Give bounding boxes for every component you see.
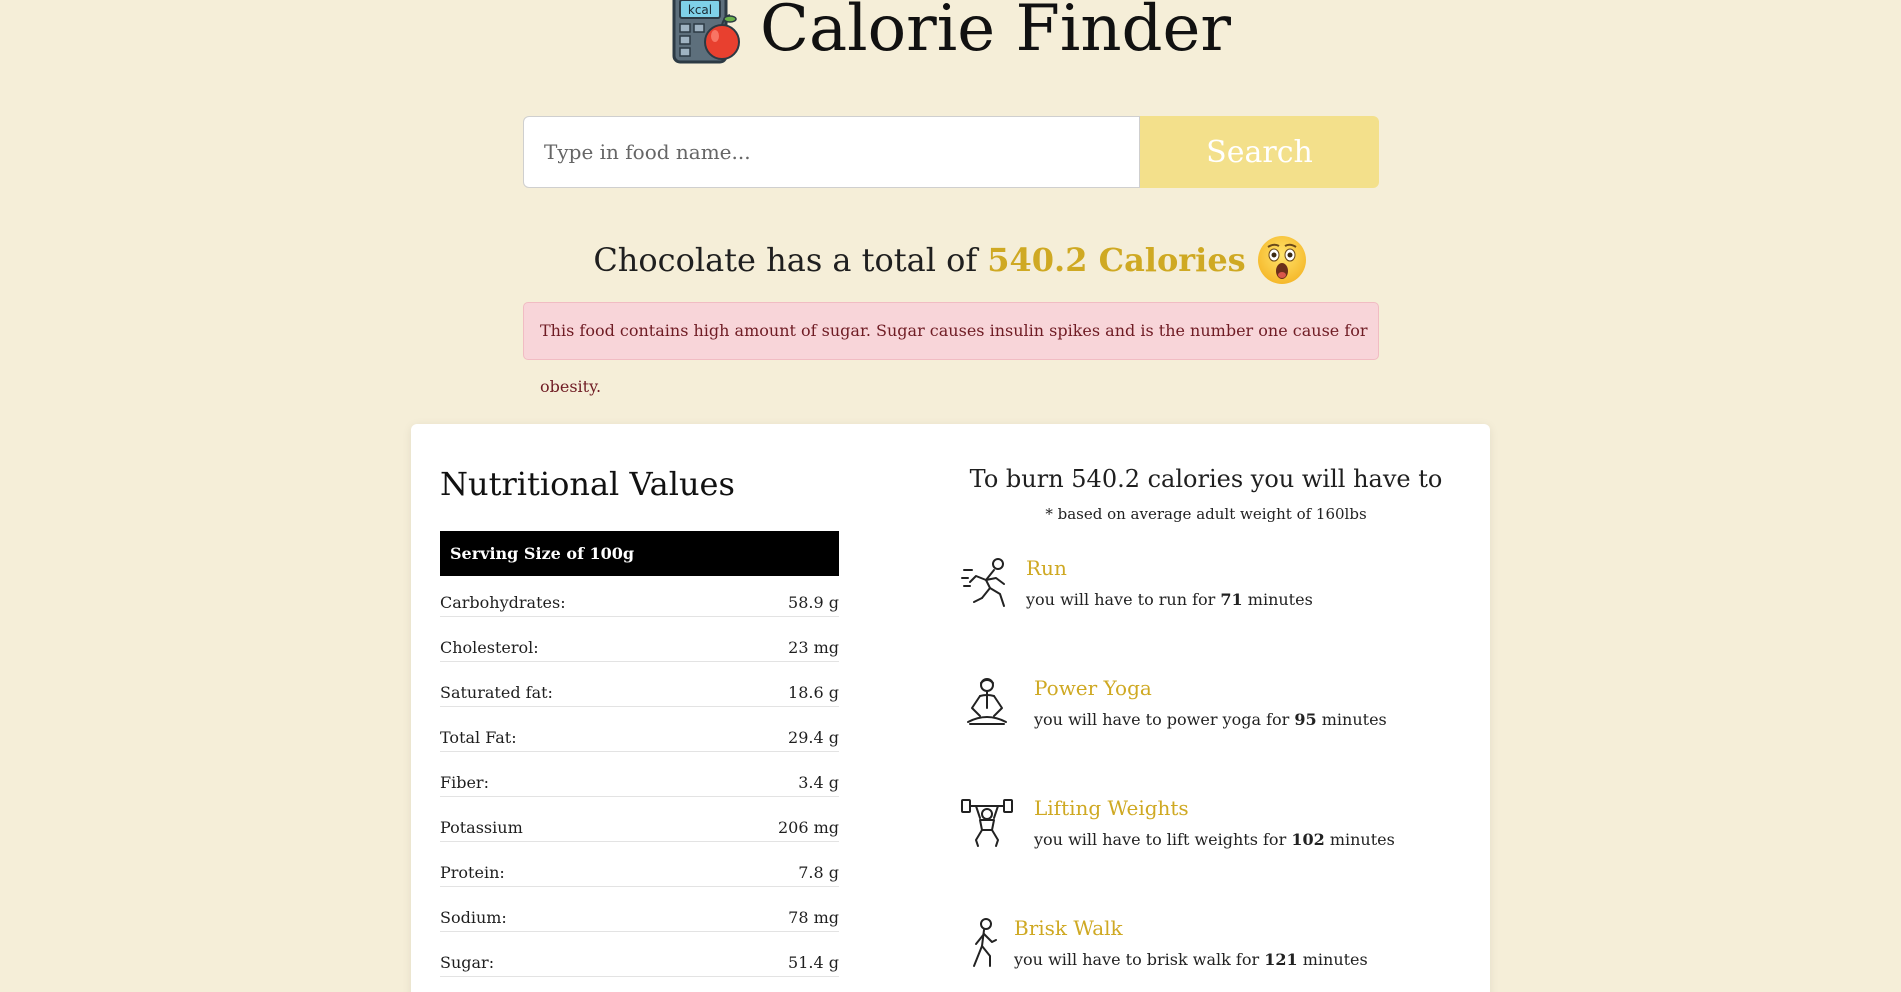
walker-icon	[973, 918, 997, 967]
activity-desc-suffix: minutes	[1321, 710, 1387, 729]
nutrient-value: 7.8 g	[798, 863, 839, 882]
search-bar: Search	[523, 116, 1379, 188]
nutrient-row-cholesterol: Cholesterol: 23 mg	[440, 634, 839, 679]
nutrient-value: 3.4 g	[798, 773, 839, 792]
nutrient-list: Carbohydrates: 58.9 g Cholesterol: 23 mg…	[440, 589, 839, 992]
nutrient-value: 51.4 g	[788, 953, 839, 972]
nutrient-label: Sodium:	[440, 908, 507, 927]
weightlifter-icon	[961, 799, 1013, 847]
result-prefix: Chocolate has a total of	[593, 241, 978, 279]
food-search-input[interactable]	[523, 116, 1140, 188]
nutrient-label: Saturated fat:	[440, 683, 553, 702]
search-button[interactable]: Search	[1140, 116, 1379, 188]
page: kcal Calorie Finder Search Chocolate has…	[0, 0, 1901, 992]
nutrient-label: Total Fat:	[440, 728, 517, 747]
logo-label: kcal	[688, 3, 712, 17]
results-card: Nutritional Values Serving Size of 100g …	[411, 424, 1490, 992]
nutrient-label: Potassium	[440, 818, 523, 837]
header: kcal Calorie Finder	[0, 0, 1901, 70]
calculator-apple-icon: kcal	[672, 0, 741, 64]
nutrient-row-sodium: Sodium: 78 mg	[440, 904, 839, 949]
activity-desc-prefix: you will have to brisk walk for	[1014, 950, 1260, 969]
nutrient-row-sugar: Sugar: 51.4 g	[440, 949, 839, 992]
nutrient-value: 58.9 g	[788, 593, 839, 612]
activity-name: Power Yoga	[1034, 676, 1152, 700]
activity-description: you will have to brisk walk for 121 minu…	[1014, 950, 1368, 970]
activity-desc-suffix: minutes	[1302, 950, 1368, 969]
activity-desc-prefix: you will have to run for	[1026, 590, 1216, 609]
activity-desc-prefix: you will have to power yoga for	[1034, 710, 1290, 729]
activity-desc-suffix: minutes	[1329, 830, 1395, 849]
sugar-warning-alert: This food contains high amount of sugar.…	[523, 302, 1379, 396]
activity-minutes: 121	[1264, 950, 1298, 969]
activity-description: you will have to lift weights for 102 mi…	[1034, 830, 1395, 850]
nutrient-row-protein: Protein: 7.8 g	[440, 859, 839, 904]
serving-size-bar: Serving Size of 100g	[440, 531, 839, 576]
nutrient-row-potassium: Potassium 206 mg	[440, 814, 839, 859]
nutrient-value: 206 mg	[777, 818, 839, 837]
nutrient-label: Protein:	[440, 863, 505, 882]
title-group: kcal Calorie Finder	[670, 0, 1231, 66]
activity-desc-suffix: minutes	[1247, 590, 1313, 609]
nutrient-row-fiber: Fiber: 3.4 g	[440, 769, 839, 814]
nutrient-label: Fiber:	[440, 773, 489, 792]
app-title: Calorie Finder	[760, 0, 1231, 66]
activity-description: you will have to run for 71 minutes	[1026, 590, 1313, 610]
nutrient-label: Sugar:	[440, 953, 495, 972]
nutrient-row-saturated-fat: Saturated fat: 18.6 g	[440, 679, 839, 724]
nutrition-title: Nutritional Values	[440, 465, 735, 503]
runner-icon	[961, 558, 1005, 607]
nutrient-value: 18.6 g	[788, 683, 839, 702]
result-summary: Chocolate has a total of 540.2 Calories	[0, 232, 1901, 288]
yoga-icon	[967, 678, 1007, 725]
burn-note: * based on average adult weight of 160lb…	[1045, 505, 1367, 523]
activity-desc-prefix: you will have to lift weights for	[1034, 830, 1287, 849]
nutrient-value: 78 mg	[788, 908, 839, 927]
activity-minutes: 71	[1220, 590, 1243, 609]
astonished-face-icon	[1257, 236, 1306, 284]
nutrient-row-carbohydrates: Carbohydrates: 58.9 g	[440, 589, 839, 634]
burn-title: To burn 540.2 calories you will have to	[969, 465, 1443, 493]
activity-description: you will have to power yoga for 95 minut…	[1034, 710, 1387, 730]
nutrient-row-total-fat: Total Fat: 29.4 g	[440, 724, 839, 769]
activity-minutes: 102	[1291, 830, 1325, 849]
nutrient-label: Cholesterol:	[440, 638, 539, 657]
activity-name: Lifting Weights	[1034, 796, 1189, 820]
nutrient-value: 29.4 g	[788, 728, 839, 747]
activity-minutes: 95	[1294, 710, 1317, 729]
result-calories: 540.2 Calories	[987, 241, 1246, 279]
nutrient-value: 23 mg	[788, 638, 839, 657]
activity-name: Run	[1026, 556, 1067, 580]
activity-name: Brisk Walk	[1014, 916, 1123, 940]
nutrient-label: Carbohydrates:	[440, 593, 566, 612]
